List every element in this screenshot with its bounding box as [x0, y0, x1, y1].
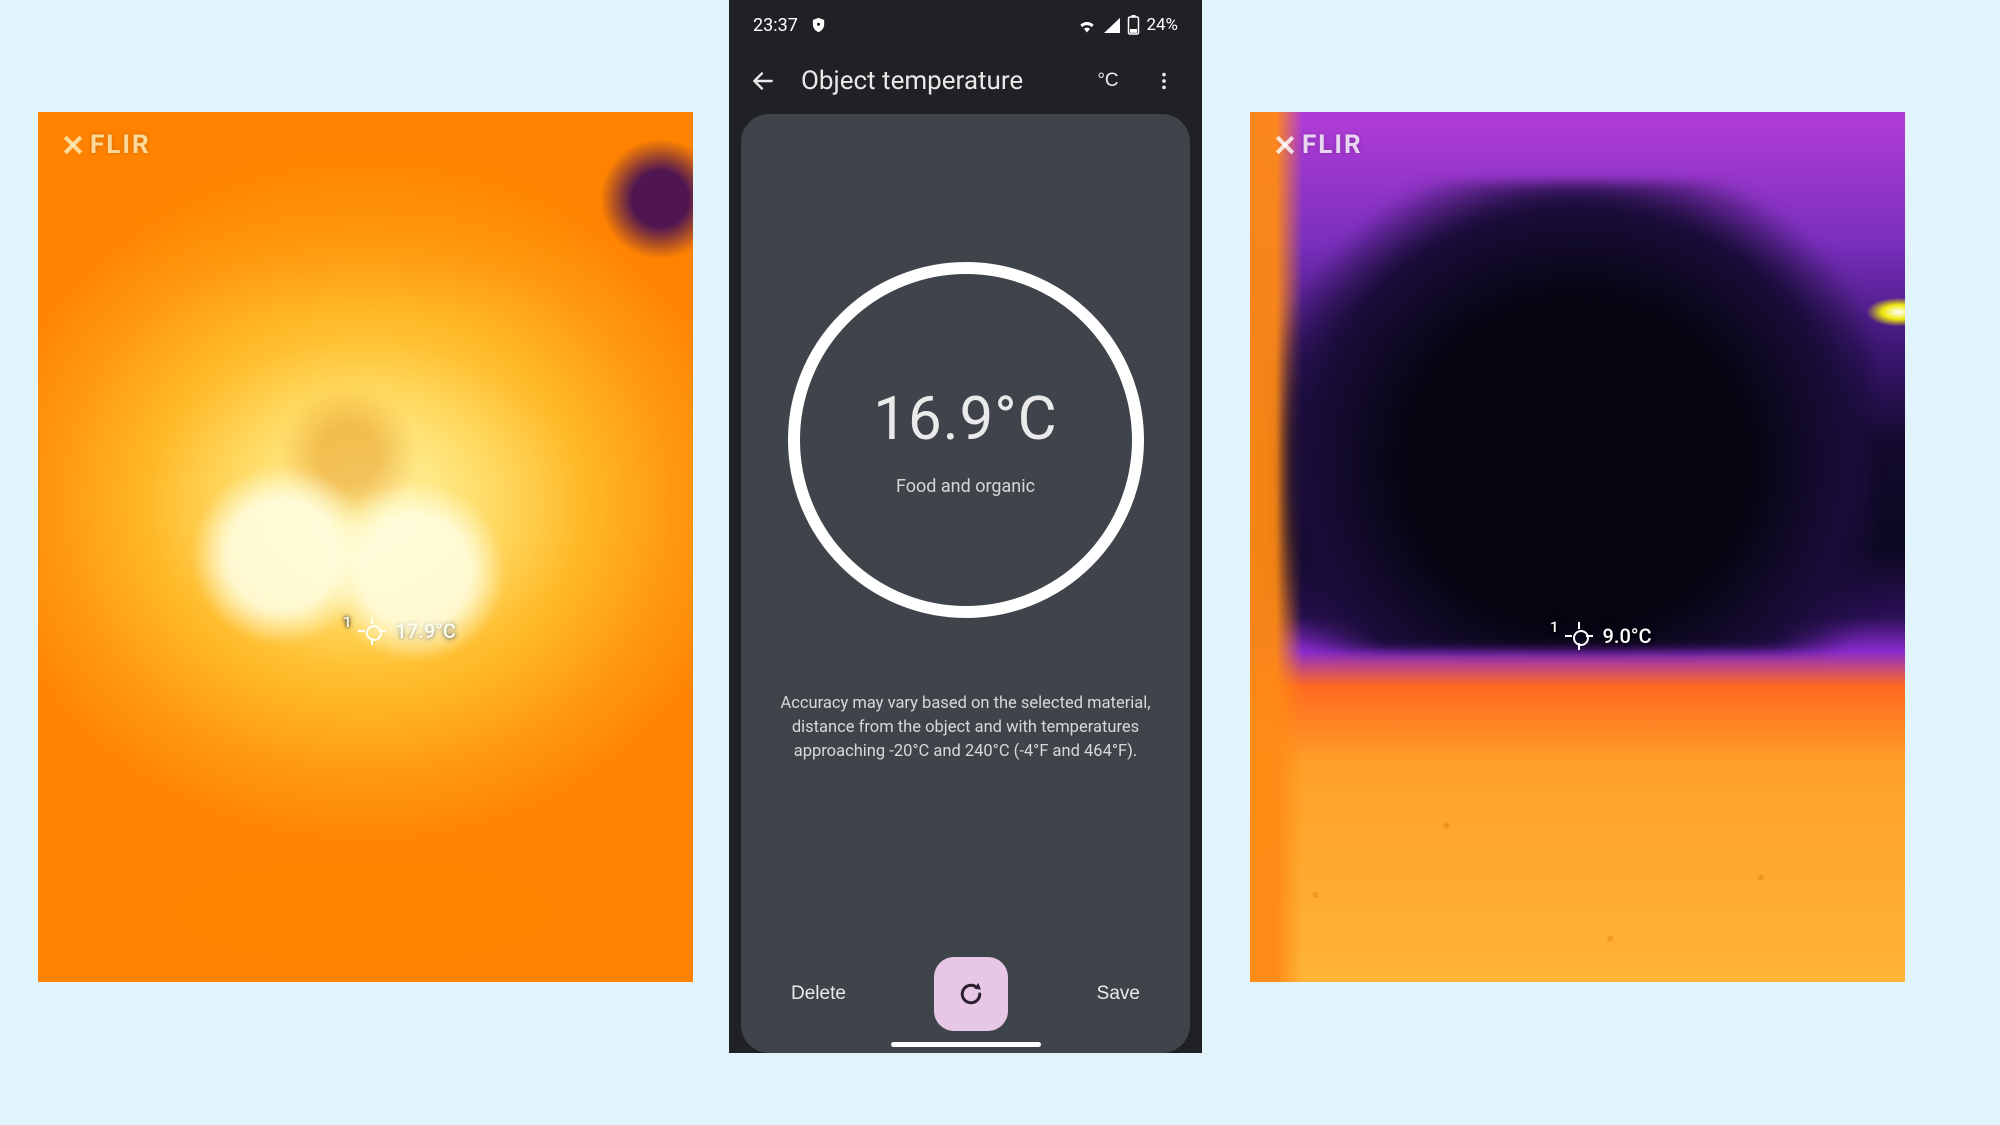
overflow-menu-button[interactable]: [1146, 63, 1182, 99]
spot-index: 1: [343, 613, 352, 631]
crosshair-icon: [358, 617, 386, 645]
battery-icon: [1127, 15, 1140, 35]
spot-reading: 17.9°C: [396, 619, 456, 643]
phone-frame: 23:37 24% Object: [729, 0, 1202, 1053]
unit-toggle-button[interactable]: °C: [1090, 63, 1126, 99]
reading-card: 16.9°C Food and organic Accuracy may var…: [741, 114, 1190, 1053]
signal-icon: [1103, 17, 1121, 33]
flir-brand-text: FLIR: [1302, 130, 1363, 160]
refresh-button[interactable]: [934, 957, 1008, 1031]
save-button[interactable]: Save: [1091, 973, 1146, 1015]
flir-logo: FLIR: [62, 130, 151, 160]
delete-button[interactable]: Delete: [785, 973, 852, 1015]
status-battery-text: 24%: [1146, 15, 1178, 35]
flir-brand-text: FLIR: [90, 130, 151, 160]
more-vert-icon: [1153, 70, 1175, 92]
spot-reading: 9.0°C: [1603, 624, 1652, 648]
shield-icon: [810, 15, 827, 35]
action-row: Delete Save: [741, 957, 1190, 1031]
unit-label: °C: [1097, 70, 1118, 92]
refresh-icon: [956, 979, 986, 1009]
material-label: Food and organic: [896, 476, 1035, 497]
page-title: Object temperature: [801, 66, 1070, 96]
flir-logo: FLIR: [1274, 130, 1363, 160]
accuracy-disclaimer: Accuracy may vary based on the selected …: [766, 692, 1166, 764]
thermal-image-left: FLIR 1 17.9°C: [38, 112, 693, 982]
spot-index: 1: [1550, 618, 1559, 636]
reading-ring: 16.9°C Food and organic: [788, 262, 1144, 618]
crosshair-icon: [1565, 622, 1593, 650]
spot-marker: 1 9.0°C: [1550, 622, 1652, 650]
gesture-nav-bar[interactable]: [891, 1042, 1041, 1047]
back-button[interactable]: [745, 63, 781, 99]
temperature-value: 16.9°C: [873, 383, 1057, 454]
thermal-image-right: FLIR 1 9.0°C: [1250, 112, 1905, 982]
status-time: 23:37: [753, 15, 798, 36]
wifi-icon: [1077, 17, 1097, 33]
status-bar: 23:37 24%: [729, 0, 1202, 50]
spot-marker: 1 17.9°C: [343, 617, 456, 645]
app-bar: Object temperature °C: [729, 50, 1202, 112]
arrow-left-icon: [750, 68, 776, 94]
